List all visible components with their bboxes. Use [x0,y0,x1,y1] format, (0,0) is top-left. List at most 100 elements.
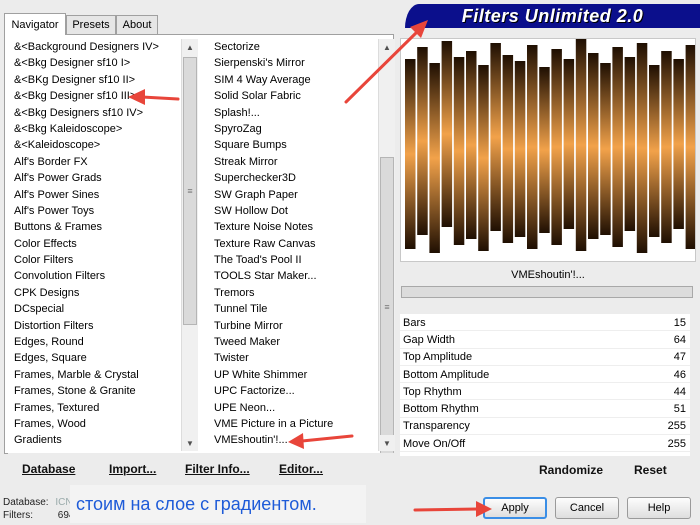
param-row[interactable]: Bars 15 [400,314,690,332]
filter-item[interactable]: TOOLS Star Maker... [211,268,378,284]
param-name: Top Rhythm [403,385,462,398]
import-button[interactable]: Import... [109,462,156,476]
category-item[interactable]: &<Background Designers IV> [11,39,181,55]
category-item[interactable]: Edges, Square [11,350,181,366]
filter-item[interactable]: VME Picture in a Picture [211,416,378,432]
param-name: Move On/Off [403,437,466,450]
scroll-down-icon[interactable]: ▼ [379,435,395,451]
category-item[interactable]: Frames, Textured [11,400,181,416]
apply-button[interactable]: Apply [483,497,547,519]
category-scrollbar[interactable]: ▲ ≡ ▼ [181,39,198,451]
param-name: Transparency [403,420,470,433]
preview-bar [502,55,514,243]
category-item[interactable]: DCspecial [11,301,181,317]
category-item[interactable]: Gradients [11,432,181,448]
filter-item[interactable]: Texture Raw Canvas [211,236,378,252]
param-row[interactable]: Bottom Rhythm 51 [400,400,690,418]
filter-item[interactable]: SIM 4 Way Average [211,72,378,88]
category-item[interactable]: Color Filters [11,252,181,268]
status-database-label: Database: [3,497,49,508]
param-row[interactable]: Transparency 255 [400,418,690,436]
category-item[interactable]: &<BKg Designer sf10 II> [11,72,181,88]
app-title: Filters Unlimited 2.0 [461,5,644,26]
category-item[interactable]: Alf's Power Grads [11,170,181,186]
filter-item[interactable]: Solid Solar Fabric [211,88,378,104]
preview-bar [417,47,428,235]
tab-about[interactable]: About [116,15,158,34]
filter-item[interactable]: Splash!... [211,105,378,121]
editor-button[interactable]: Editor... [279,462,323,476]
category-item[interactable]: CPK Designs [11,285,181,301]
param-value: 15 [673,316,686,329]
filter-item[interactable]: Sierpenski's Mirror [211,55,378,71]
filter-item[interactable]: Tweed Maker [211,334,378,350]
filter-item[interactable]: SW Graph Paper [211,187,378,203]
category-item[interactable]: Alf's Border FX [11,154,181,170]
help-button[interactable]: Help [627,497,691,519]
filter-item[interactable]: UPC Factorize... [211,383,378,399]
filter-scroll-thumb[interactable]: ≡ [380,157,394,457]
category-item[interactable]: Color Effects [11,236,181,252]
preview-image [405,39,697,253]
preview-bar [600,63,611,235]
filter-item[interactable]: UP White Shimmer [211,367,378,383]
category-item[interactable]: Convolution Filters [11,268,181,284]
scroll-down-icon[interactable]: ▼ [182,435,198,451]
filter-item[interactable]: Tremors [211,285,378,301]
filter-item[interactable]: Twister [211,350,378,366]
category-item[interactable]: &<Kaleidoscope> [11,137,181,153]
param-row[interactable]: Top Amplitude 47 [400,349,690,366]
param-value: 64 [673,333,686,346]
filter-item[interactable]: VMEshoutin'!... [211,432,378,448]
category-scroll-thumb[interactable]: ≡ [183,57,197,325]
filter-list[interactable]: Sectorize Sierpenski's Mirror SIM 4 Way Av… [211,39,378,451]
preview-bar [478,65,489,251]
preview-bar [673,59,684,229]
param-row[interactable]: Top Rhythm 44 [400,383,690,401]
param-name: Bars [403,316,426,329]
caption-overlay: стоим на слое с градиентом. [70,485,366,523]
filter-scrollbar[interactable]: ▲ ≡ ▼ [378,39,395,457]
filter-item[interactable]: Superchecker3D [211,170,378,186]
category-item[interactable]: &<Bkg Designers sf10 IV> [11,105,181,121]
filter-item[interactable]: Square Bumps [211,137,378,153]
category-item[interactable]: &<Bkg Kaleidoscope> [11,121,181,137]
filter-item[interactable]: Tunnel Tile [211,301,378,317]
category-item[interactable]: Frames, Stone & Granite [11,383,181,399]
filter-info-button[interactable]: Filter Info... [185,462,250,476]
category-item[interactable]: Frames, Marble & Crystal [11,367,181,383]
category-list[interactable]: &<Background Designers IV> &<Bkg Designer… [11,39,181,451]
scroll-up-icon[interactable]: ▲ [182,39,198,55]
category-item[interactable]: &<Bkg Designer sf10 I> [11,55,181,71]
cancel-button[interactable]: Cancel [555,497,619,519]
scroll-up-icon[interactable]: ▲ [379,39,395,55]
preview-bar [490,43,501,231]
tab-presets[interactable]: Presets [66,15,116,34]
filter-item[interactable]: SpyroZag [211,121,378,137]
param-row[interactable]: Move On/Off 255 [400,435,690,453]
database-button[interactable]: Database [22,462,75,476]
param-row[interactable]: Bottom Amplitude 46 [400,366,690,384]
filter-item[interactable]: SW Hollow Dot [211,203,378,219]
reset-button[interactable]: Reset [634,463,667,477]
filter-item[interactable]: The Toad's Pool II [211,252,378,268]
filter-item[interactable]: Streak Mirror [211,154,378,170]
category-item[interactable]: Alf's Power Toys [11,203,181,219]
tab-navigator[interactable]: Navigator [4,13,66,35]
filter-item[interactable]: Sectorize [211,39,378,55]
param-row[interactable]: Gap Width 64 [400,331,690,349]
category-item[interactable]: Edges, Round [11,334,181,350]
category-item[interactable]: &<Bkg Designer sf10 III> [11,88,181,104]
category-item[interactable]: Buttons & Frames [11,219,181,235]
param-value: 46 [673,368,686,381]
randomize-button[interactable]: Randomize [539,463,603,477]
preview-bar [612,47,623,247]
filter-item[interactable]: Texture Noise Notes [211,219,378,235]
category-item[interactable]: Distortion Filters [11,318,181,334]
category-item[interactable]: Frames, Wood [11,416,181,432]
filter-item[interactable]: Turbine Mirror [211,318,378,334]
parameter-list[interactable]: Bars 15 Gap Width 64 Top Amplitude 47 Bottom A… [400,314,690,456]
filter-item[interactable]: UPE Neon... [211,400,378,416]
category-item[interactable]: Alf's Power Sines [11,187,181,203]
preview-bar [527,45,538,249]
